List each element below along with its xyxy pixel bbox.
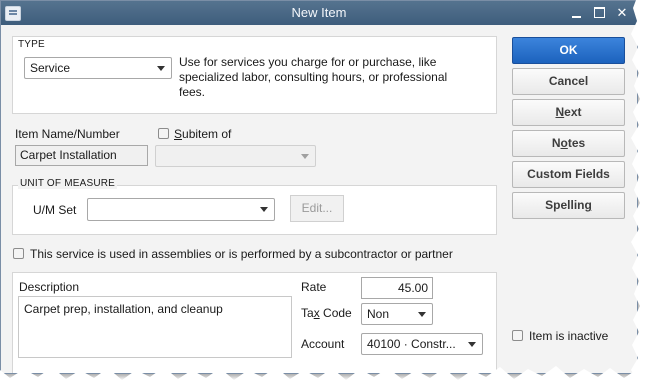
assembly-subcontractor-label: This service is used in assemblies or is… xyxy=(30,247,453,261)
torn-edge-bottom xyxy=(0,366,649,392)
close-icon: ✕ xyxy=(616,5,628,20)
custom-fields-button[interactable]: Custom Fields xyxy=(512,161,625,188)
subitem-label: Subitem of xyxy=(174,127,232,141)
item-inactive-checkbox[interactable] xyxy=(512,330,523,341)
tax-code-dropdown[interactable]: Non xyxy=(361,303,433,325)
maximize-icon xyxy=(593,7,605,19)
rate-input[interactable]: 45.00 xyxy=(361,277,433,299)
account-dropdown[interactable]: 40100 · Constr... xyxy=(361,333,483,355)
assembly-subcontractor-checkbox[interactable] xyxy=(13,248,24,259)
ok-button[interactable]: OK xyxy=(512,37,625,64)
new-item-window: New Item ✕ TYPE Service Use for services… xyxy=(0,0,638,374)
chevron-down-icon xyxy=(418,312,426,317)
item-name-value: Carpet Installation xyxy=(20,148,117,162)
chevron-down-icon xyxy=(468,342,476,347)
subitem-of-dropdown[interactable] xyxy=(155,145,316,167)
spelling-button[interactable]: Spelling xyxy=(512,192,625,219)
unit-of-measure-label: UNIT OF MEASURE xyxy=(18,178,118,189)
um-set-dropdown[interactable] xyxy=(87,198,275,221)
item-name-input[interactable]: Carpet Installation xyxy=(15,145,148,166)
um-edit-button[interactable]: Edit... xyxy=(290,195,344,222)
description-value: Carpet prep, installation, and cleanup xyxy=(24,302,223,316)
window-title: New Item xyxy=(291,5,347,20)
item-type-dropdown[interactable]: Service xyxy=(24,57,172,79)
title-bar: New Item ✕ xyxy=(1,1,637,25)
tax-code-value: Non xyxy=(367,307,390,321)
account-value: 40100 · Constr... xyxy=(367,337,456,351)
type-section-label: TYPE xyxy=(18,39,45,50)
subitem-checkbox[interactable] xyxy=(158,128,169,139)
item-type-description: Use for services you charge for or purch… xyxy=(179,55,448,99)
chevron-down-icon xyxy=(260,207,268,212)
chevron-down-icon xyxy=(301,154,309,159)
tax-code-label: Tax Code xyxy=(301,306,352,320)
rate-value: 45.00 xyxy=(397,281,428,295)
next-button[interactable]: Next xyxy=(512,99,625,126)
item-name-label: Item Name/Number xyxy=(15,127,120,141)
torn-edge-right xyxy=(631,0,649,392)
minimize-button[interactable] xyxy=(567,4,585,22)
notes-button[interactable]: Notes xyxy=(512,130,625,157)
rate-label: Rate xyxy=(301,280,327,294)
item-type-value: Service xyxy=(30,61,71,75)
chevron-down-icon xyxy=(157,66,165,71)
um-set-label: U/M Set xyxy=(33,203,77,217)
account-label: Account xyxy=(301,337,345,351)
item-inactive-label: Item is inactive xyxy=(529,329,609,343)
description-textarea[interactable]: Carpet prep, installation, and cleanup xyxy=(18,296,292,358)
maximize-button[interactable] xyxy=(590,4,608,22)
minimize-icon xyxy=(571,15,581,18)
description-label: Description xyxy=(19,280,80,294)
cancel-button[interactable]: Cancel xyxy=(512,68,625,95)
